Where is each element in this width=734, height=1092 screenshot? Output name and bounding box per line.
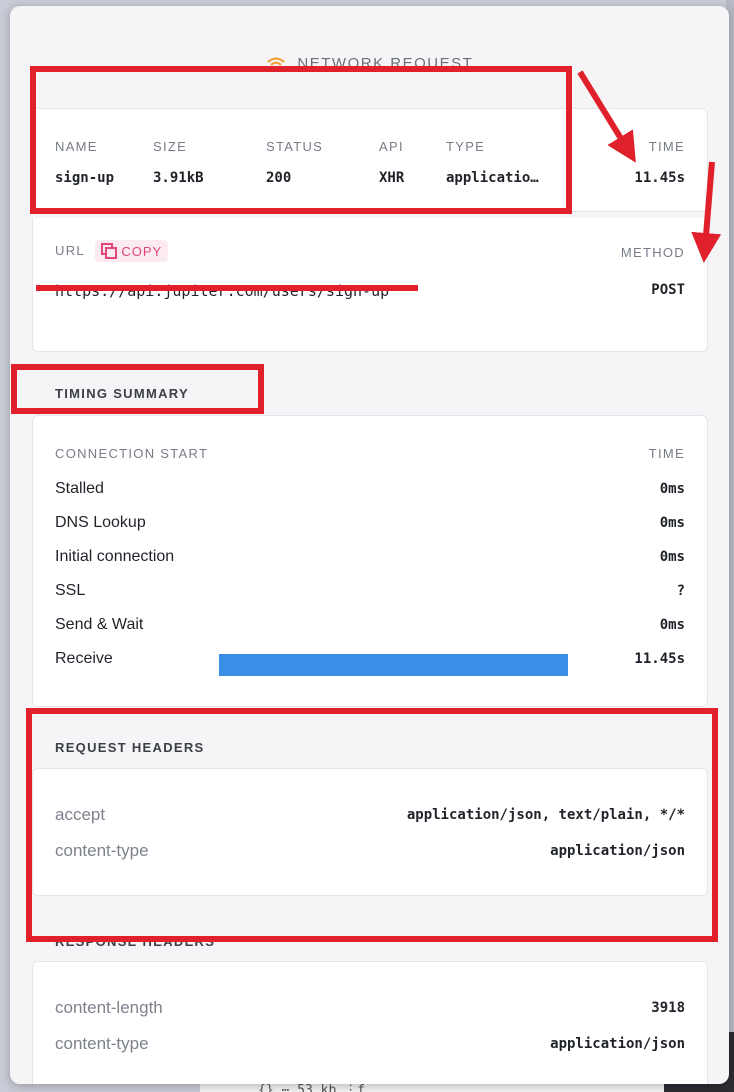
connection-start-label: CONNECTION START — [55, 446, 209, 461]
copy-label: COPY — [121, 243, 163, 259]
background-editor-text: {} ⋯ 53 kb ⋮f — [258, 1083, 365, 1092]
receive-bar-track — [219, 654, 568, 676]
timing-row: Send & Wait 0ms — [55, 616, 685, 633]
url-label: URL — [55, 243, 85, 259]
receive-bar — [219, 654, 568, 676]
url-redaction-strike — [36, 285, 418, 291]
copy-icon — [101, 243, 118, 259]
summary-time: TIME 11.45s — [634, 139, 685, 186]
header-row: content-length 3918 — [55, 998, 685, 1017]
timing-row: SSL ? — [55, 582, 685, 599]
timing-row: Initial connection 0ms — [55, 548, 685, 565]
annotation-request-headers-box — [26, 708, 718, 942]
timing-time-label: TIME — [648, 446, 685, 461]
annotation-summary-box — [30, 66, 572, 214]
timing-card: CONNECTION START TIME Stalled 0ms DNS Lo… — [32, 415, 708, 707]
url-label-row: URL COPY — [55, 240, 169, 262]
method-label: METHOD — [620, 245, 685, 260]
response-headers-card: content-length 3918 content-type applica… — [32, 961, 708, 1084]
copy-url-button[interactable]: COPY — [95, 240, 169, 262]
timing-row: Stalled 0ms — [55, 480, 685, 497]
annotation-timing-box — [11, 364, 264, 414]
timing-row: DNS Lookup 0ms — [55, 514, 685, 531]
header-row: content-type application/json — [55, 1034, 685, 1053]
method-value: POST — [651, 282, 685, 298]
